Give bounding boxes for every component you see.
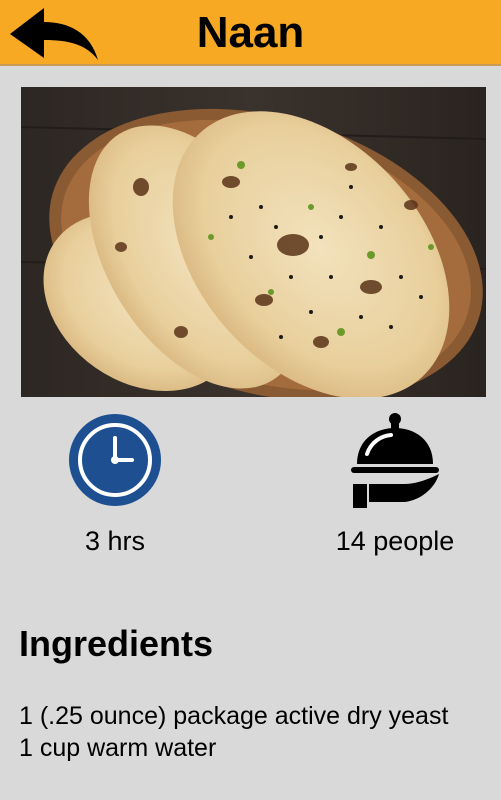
serving-cloche-icon	[351, 413, 439, 508]
cook-time: 3 hrs	[40, 410, 190, 558]
app-header: Naan	[0, 0, 501, 66]
ingredient-item: 1 (.25 ounce) package active dry yeast	[19, 702, 449, 730]
clock-icon	[69, 414, 161, 506]
recipe-photo	[21, 87, 486, 397]
servings-label: 14 people	[335, 526, 455, 556]
ingredient-item: 1 cup warm water	[19, 734, 217, 762]
ingredients-heading: Ingredients	[19, 623, 214, 664]
ingredients-list: 1 (.25 ounce) package active dry yeast 1…	[19, 700, 479, 764]
servings: 14 people	[310, 410, 480, 558]
cook-time-label: 3 hrs	[84, 526, 146, 556]
page-title: Naan	[196, 8, 305, 57]
